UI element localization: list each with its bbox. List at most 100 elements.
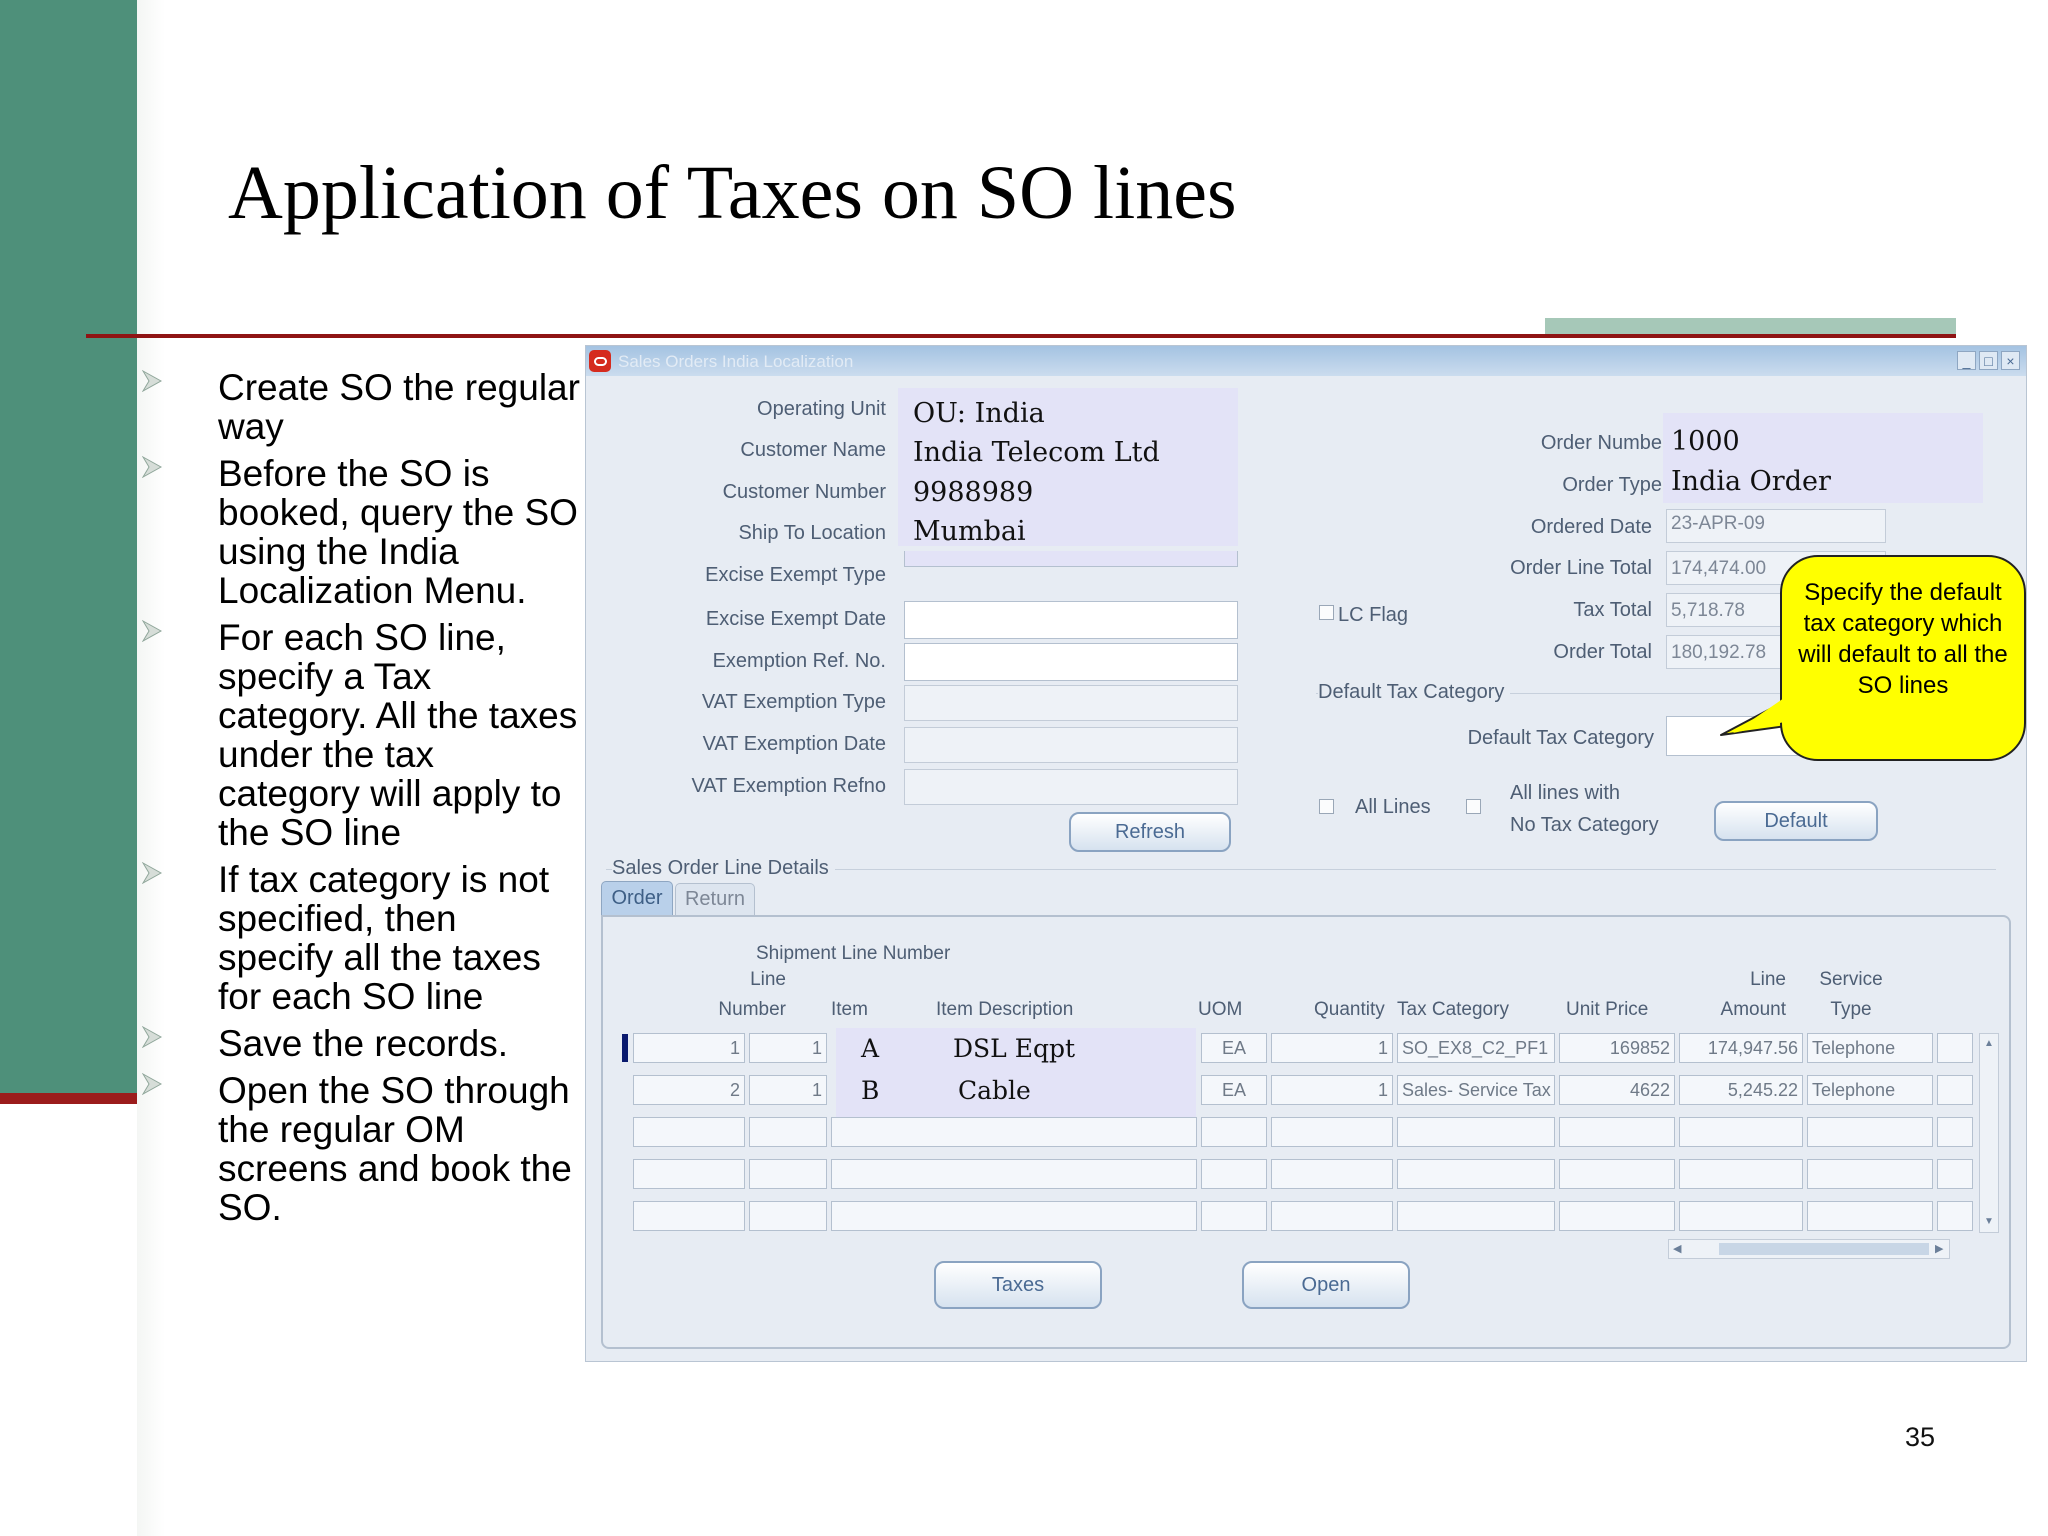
empty-row-cell[interactable] xyxy=(1271,1159,1393,1189)
scroll-down-icon[interactable]: ▼ xyxy=(1984,1216,1994,1227)
row2-line-amount[interactable]: 5,245.22 xyxy=(1679,1075,1803,1105)
empty-row-cell[interactable] xyxy=(1201,1201,1267,1231)
tab-order[interactable]: Order xyxy=(601,881,673,915)
empty-row-cell[interactable] xyxy=(1397,1117,1555,1147)
empty-row-cell[interactable] xyxy=(1679,1117,1803,1147)
row2-service-type[interactable]: Telephone xyxy=(1807,1075,1933,1105)
empty-row-cell[interactable] xyxy=(1271,1117,1393,1147)
empty-row-cell[interactable] xyxy=(1807,1117,1933,1147)
scroll-right-icon[interactable]: ▶ xyxy=(1935,1242,1943,1255)
row1-item[interactable]: A xyxy=(861,1034,879,1063)
minimize-button[interactable]: _ xyxy=(1957,351,1976,370)
empty-row-cell[interactable] xyxy=(1807,1159,1933,1189)
customer-number-value[interactable]: 9988989 xyxy=(913,477,1033,508)
empty-row-cell[interactable] xyxy=(1679,1159,1803,1189)
tax-total-label: Tax Total xyxy=(1573,599,1652,621)
excise-exempt-date-field[interactable] xyxy=(904,601,1238,639)
sales-order-form-window: Sales Orders India Localization _ □ × Op… xyxy=(585,345,2027,1362)
row2-shipment-number[interactable]: 1 xyxy=(749,1075,827,1105)
empty-row-cell[interactable] xyxy=(1937,1159,1973,1189)
vertical-scrollbar[interactable]: ▲ ▼ xyxy=(1979,1033,1999,1233)
all-lines-no-tax-checkbox[interactable] xyxy=(1466,799,1481,814)
empty-row-cell[interactable] xyxy=(831,1201,1197,1231)
excise-exempt-type-label: Excise Exempt Type xyxy=(705,564,886,586)
empty-row-cell[interactable] xyxy=(749,1159,827,1189)
ship-to-location-label: Ship To Location xyxy=(738,522,886,544)
row2-item[interactable]: B xyxy=(861,1076,879,1105)
window-titlebar[interactable]: Sales Orders India Localization _ □ × xyxy=(586,346,2026,376)
empty-row-cell[interactable] xyxy=(831,1117,1197,1147)
row2-uom[interactable]: EA xyxy=(1201,1075,1267,1105)
arrow-bullet-icon xyxy=(142,370,162,392)
empty-row-cell[interactable] xyxy=(1397,1201,1555,1231)
all-lines-no-tax-label-line1: All lines with xyxy=(1510,782,1621,804)
row2-tax-category[interactable]: Sales- Service Tax xyxy=(1397,1075,1555,1105)
scroll-up-icon[interactable]: ▲ xyxy=(1984,1038,1994,1049)
row2-quantity[interactable]: 1 xyxy=(1271,1075,1393,1105)
refresh-button[interactable]: Refresh xyxy=(1069,812,1231,852)
row2-extra[interactable] xyxy=(1937,1075,1973,1105)
customer-name-value[interactable]: India Telecom Ltd xyxy=(913,437,1160,468)
tab-return[interactable]: Return xyxy=(675,883,755,915)
empty-row-cell[interactable] xyxy=(1807,1201,1933,1231)
empty-row-cell[interactable] xyxy=(749,1201,827,1231)
horizontal-scrollbar[interactable]: ◀ ▶ xyxy=(1668,1239,1950,1259)
horizontal-scroll-thumb[interactable] xyxy=(1719,1243,1929,1255)
maximize-button[interactable]: □ xyxy=(1979,351,1998,370)
line-number-header-1: Line xyxy=(750,969,786,990)
order-number-value[interactable]: 1000 xyxy=(1671,426,1740,457)
row1-line-number[interactable]: 1 xyxy=(633,1033,745,1063)
item-description-header: Item Description xyxy=(936,999,1074,1020)
row1-service-type[interactable]: Telephone xyxy=(1807,1033,1933,1063)
operating-unit-value[interactable]: OU: India xyxy=(913,398,1045,429)
vat-exemption-type-field[interactable] xyxy=(904,685,1238,721)
row1-line-amount[interactable]: 174,947.56 xyxy=(1679,1033,1803,1063)
empty-row-cell[interactable] xyxy=(1937,1117,1973,1147)
lc-flag-checkbox[interactable] xyxy=(1319,605,1334,620)
row2-item-description[interactable]: Cable xyxy=(958,1076,1031,1105)
empty-row-cell[interactable] xyxy=(749,1117,827,1147)
ordered-date-field[interactable]: 23-APR-09 xyxy=(1666,509,1886,543)
ship-to-location-value[interactable]: Mumbai xyxy=(913,516,1026,547)
vat-exemption-refno-label: VAT Exemption Refno xyxy=(691,775,886,797)
arrow-bullet-icon xyxy=(142,456,162,478)
arrow-bullet-icon xyxy=(142,1073,162,1095)
row1-item-description[interactable]: DSL Eqpt xyxy=(953,1034,1075,1063)
empty-row-cell[interactable] xyxy=(1679,1201,1803,1231)
empty-row-cell[interactable] xyxy=(1397,1159,1555,1189)
empty-row-cell[interactable] xyxy=(831,1159,1197,1189)
row1-extra[interactable] xyxy=(1937,1033,1973,1063)
bullet-text: Save the records. xyxy=(218,1023,508,1064)
close-button[interactable]: × xyxy=(2001,351,2020,370)
scroll-left-icon[interactable]: ◀ xyxy=(1673,1242,1681,1255)
excise-exempt-type-field[interactable] xyxy=(904,551,1238,567)
empty-row-cell[interactable] xyxy=(1271,1201,1393,1231)
empty-row-cell[interactable] xyxy=(633,1117,745,1147)
row2-unit-price[interactable]: 4622 xyxy=(1559,1075,1675,1105)
bullet-text: If tax category is not specified, then s… xyxy=(218,859,550,1017)
all-lines-checkbox[interactable] xyxy=(1319,799,1334,814)
empty-row-cell[interactable] xyxy=(1201,1117,1267,1147)
row1-quantity[interactable]: 1 xyxy=(1271,1033,1393,1063)
row1-tax-category[interactable]: SO_EX8_C2_PF1 xyxy=(1397,1033,1555,1063)
row1-shipment-number[interactable]: 1 xyxy=(749,1033,827,1063)
order-type-value[interactable]: India Order xyxy=(1671,466,1831,497)
empty-row-cell[interactable] xyxy=(1559,1117,1675,1147)
default-button[interactable]: Default xyxy=(1714,801,1878,841)
empty-row-cell[interactable] xyxy=(633,1201,745,1231)
row1-unit-price[interactable]: 169852 xyxy=(1559,1033,1675,1063)
row2-line-number[interactable]: 2 xyxy=(633,1075,745,1105)
empty-row-cell[interactable] xyxy=(633,1159,745,1189)
vat-exemption-refno-field[interactable] xyxy=(904,769,1238,805)
empty-row-cell[interactable] xyxy=(1559,1201,1675,1231)
taxes-button[interactable]: Taxes xyxy=(934,1261,1102,1309)
all-lines-label: All Lines xyxy=(1355,796,1431,818)
exemption-ref-no-field[interactable] xyxy=(904,643,1238,681)
empty-row-cell[interactable] xyxy=(1559,1159,1675,1189)
vat-exemption-date-field[interactable] xyxy=(904,727,1238,763)
empty-row-cell[interactable] xyxy=(1937,1201,1973,1231)
row1-uom[interactable]: EA xyxy=(1201,1033,1267,1063)
bullet-item: For each SO line, specify a Tax category… xyxy=(140,618,580,852)
open-button[interactable]: Open xyxy=(1242,1261,1410,1309)
empty-row-cell[interactable] xyxy=(1201,1159,1267,1189)
